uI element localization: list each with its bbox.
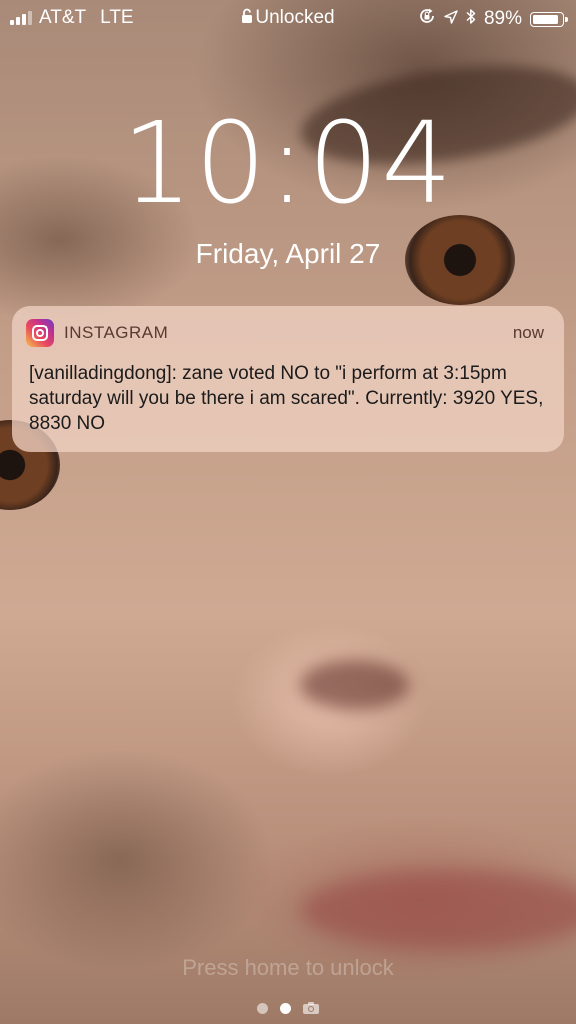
camera-icon[interactable] <box>303 1002 319 1014</box>
bluetooth-icon <box>466 8 476 31</box>
status-bar: AT&T LTE Unlocked 89% <box>0 0 576 36</box>
orientation-lock-icon <box>418 7 436 31</box>
wallpaper-lips <box>300 870 576 950</box>
lock-icon <box>241 8 253 30</box>
notification-time: now <box>512 323 544 342</box>
instagram-icon <box>26 319 54 347</box>
battery-fill <box>533 14 558 24</box>
lock-screen-date: Friday, April 27 <box>195 238 381 269</box>
location-icon <box>444 8 458 30</box>
notification-header: INSTAGRAM now <box>26 318 544 348</box>
notification-app-name: INSTAGRAM <box>64 323 169 342</box>
lock-status-label: Unlocked <box>255 7 335 28</box>
notification-card[interactable]: INSTAGRAM now [vanilladingdong]: zane vo… <box>12 306 564 452</box>
notification-message: [vanilladingdong]: zane voted NO to "i p… <box>29 363 544 434</box>
battery-tip <box>565 16 568 22</box>
page-indicator[interactable] <box>0 1002 576 1014</box>
page-dot-1[interactable] <box>257 1002 268 1014</box>
page-dot-2[interactable] <box>280 1002 291 1014</box>
lock-screen-time: 10:04 <box>121 99 455 229</box>
status-right: 89% <box>418 7 568 31</box>
unlock-hint: Press home to unlock <box>182 955 394 980</box>
battery-percent: 89% <box>483 8 522 29</box>
wallpaper-nose-shadow <box>300 660 410 710</box>
battery-icon <box>530 11 568 27</box>
